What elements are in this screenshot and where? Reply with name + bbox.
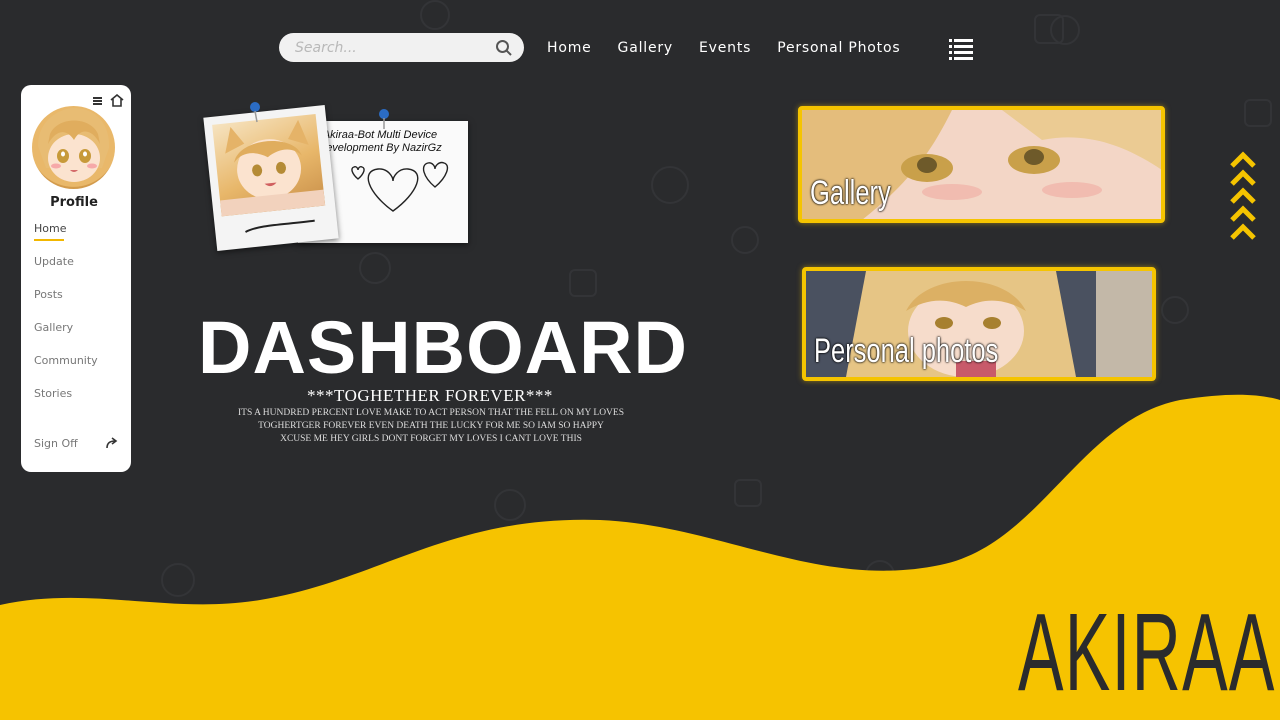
love-text-line: ITS A HUNDRED PERCENT LOVE MAKE TO ACT P… xyxy=(237,408,624,418)
home-icon[interactable] xyxy=(110,94,124,107)
active-indicator xyxy=(34,239,64,241)
nav-home[interactable]: Home xyxy=(547,40,592,56)
pushpin-icon xyxy=(250,102,260,123)
nav-events[interactable]: Events xyxy=(699,40,751,56)
personal-photos-banner[interactable]: Personal photos xyxy=(802,267,1156,381)
brand-wordmark: AKIRAA xyxy=(1018,591,1276,714)
profile-sidebar: Profile Home Update Posts Gallery Commun… xyxy=(21,85,131,472)
dashboard-title: DASHBOARD xyxy=(198,306,688,389)
avatar xyxy=(32,106,115,189)
share-arrow-icon[interactable] xyxy=(106,437,118,449)
sidebar-item-gallery[interactable]: Gallery xyxy=(34,321,98,354)
sidebar-item-update[interactable]: Update xyxy=(34,255,98,288)
personal-banner-label: Personal photos xyxy=(814,332,999,370)
sidebar-item-stories[interactable]: Stories xyxy=(34,387,98,420)
signature-scribble xyxy=(245,219,315,233)
sidebar-item-community[interactable]: Community xyxy=(34,354,98,387)
scroll-up-chevrons-icon[interactable] xyxy=(1229,150,1257,245)
love-text: ITS A HUNDRED PERCENT LOVE MAKE TO ACT P… xyxy=(196,407,666,446)
love-text-line: XCUSE ME HEY GIRLS DONT FORGET MY LOVES … xyxy=(280,434,582,444)
search-bar[interactable] xyxy=(279,33,524,62)
pushpin-icon xyxy=(379,109,389,129)
gallery-banner-label: Gallery xyxy=(810,174,891,212)
hamburger-icon[interactable] xyxy=(93,96,102,105)
search-icon[interactable] xyxy=(494,38,514,58)
top-nav: Home Gallery Events Personal Photos xyxy=(547,40,926,56)
sidebar-item-posts[interactable]: Posts xyxy=(34,288,98,321)
sign-off-link[interactable]: Sign Off xyxy=(34,437,78,450)
nav-personal-photos[interactable]: Personal Photos xyxy=(777,40,900,56)
gallery-banner[interactable]: Gallery xyxy=(798,106,1165,223)
sidebar-top-icons xyxy=(93,94,124,107)
love-text-line: TOGHERTGER FOREVER EVEN DEATH THE LUCKY … xyxy=(258,421,604,431)
list-menu-icon[interactable] xyxy=(949,38,973,60)
polaroid-photo xyxy=(203,104,339,252)
tagline: ***TOGHETHER FOREVER*** xyxy=(307,386,553,405)
search-input[interactable] xyxy=(295,39,494,56)
profile-title: Profile xyxy=(50,195,98,210)
sidebar-menu: Home Update Posts Gallery Community Stor… xyxy=(34,222,98,420)
nav-gallery[interactable]: Gallery xyxy=(618,40,673,56)
